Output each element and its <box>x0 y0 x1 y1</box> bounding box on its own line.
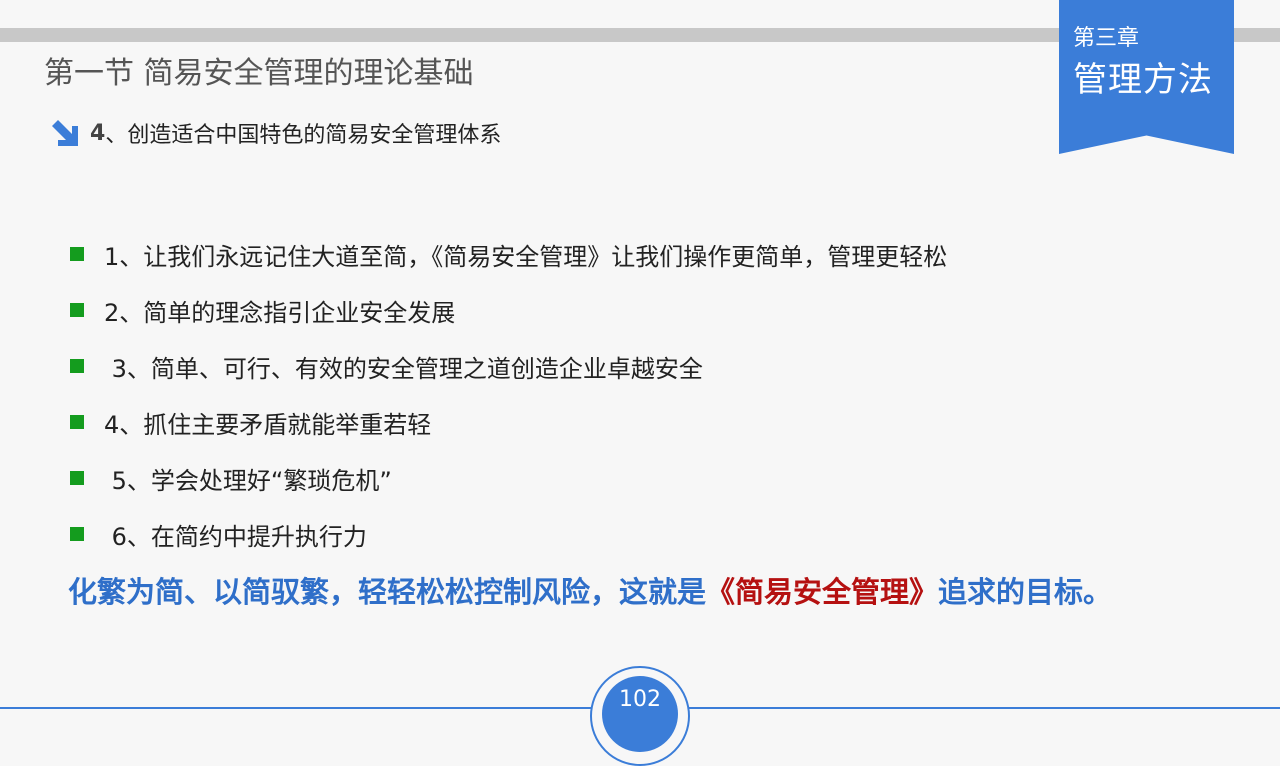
subtitle-text: 、创造适合中国特色的简易安全管理体系 <box>105 123 502 148</box>
list-item: 4、抓住主要矛盾就能举重若轻 <box>70 394 947 450</box>
conclusion: 化繁为简、以简驭繁，轻轻松松控制风险，这就是《简易安全管理》追求的目标。 <box>68 570 1112 614</box>
bullet-square-icon <box>70 415 84 429</box>
subtitle-number: 4 <box>90 120 106 146</box>
list-item: 5、学会处理好“繁琐危机” <box>70 450 947 506</box>
arrow-down-right-icon <box>52 120 78 146</box>
list-item-text: 6、在简约中提升执行力 <box>104 522 367 551</box>
list-item-text: 5、学会处理好“繁琐危机” <box>104 466 392 495</box>
list-item: 6、在简约中提升执行力 <box>70 506 947 562</box>
bullet-square-icon <box>70 527 84 541</box>
list-item-text: 4、抓住主要矛盾就能举重若轻 <box>104 410 432 439</box>
list-item-text: 3、简单、可行、有效的安全管理之道创造企业卓越安全 <box>104 354 703 383</box>
conclusion-text-after: 追求的目标。 <box>938 575 1113 609</box>
bullet-square-icon <box>70 359 84 373</box>
section-title: 第一节 简易安全管理的理论基础 <box>44 56 474 91</box>
bullet-list: 1、让我们永远记住大道至简，《简易安全管理》让我们操作更简单，管理更轻松 2、简… <box>70 226 947 562</box>
chapter-title: 管理方法 <box>1073 60 1213 100</box>
page-number: 102 <box>619 687 661 712</box>
subtitle: 4 、创造适合中国特色的简易安全管理体系 <box>50 116 501 150</box>
bullet-square-icon <box>70 471 84 485</box>
list-item-text: 2、简单的理念指引企业安全发展 <box>104 298 456 327</box>
chapter-badge: 第三章 管理方法 <box>1059 0 1234 154</box>
bullet-square-icon <box>70 247 84 261</box>
list-item: 1、让我们永远记住大道至简，《简易安全管理》让我们操作更简单，管理更轻松 <box>70 226 947 282</box>
list-item: 2、简单的理念指引企业安全发展 <box>70 282 947 338</box>
conclusion-text-before: 化繁为简、以简驭繁，轻轻松松控制风险，这就是 <box>68 575 707 609</box>
list-item: 3、简单、可行、有效的安全管理之道创造企业卓越安全 <box>70 338 947 394</box>
list-item-text: 1、让我们永远记住大道至简，《简易安全管理》让我们操作更简单，管理更轻松 <box>104 242 948 271</box>
chapter-number: 第三章 <box>1073 26 1140 51</box>
bullet-square-icon <box>70 303 84 317</box>
conclusion-highlight: 《简易安全管理》 <box>706 575 939 609</box>
